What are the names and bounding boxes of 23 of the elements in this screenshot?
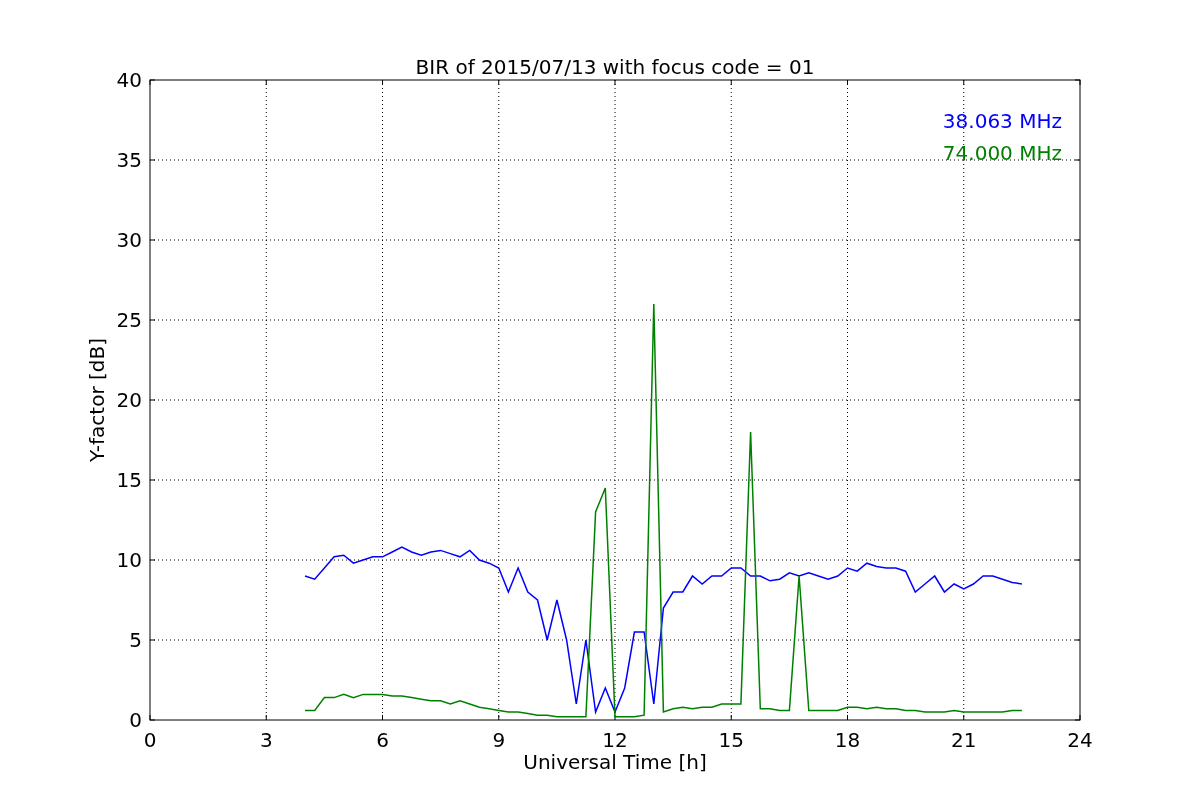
tick-label: 5 — [129, 628, 142, 652]
y-axis-label: Y-factor [dB] — [85, 338, 109, 462]
legend-label: 74.000 MHz — [942, 141, 1062, 165]
tick-label: 40 — [116, 68, 142, 92]
tick-label: 15 — [718, 728, 744, 752]
tick-label: 20 — [116, 388, 142, 412]
tick-label: 18 — [834, 728, 861, 752]
tick-label: 10 — [116, 548, 142, 572]
tick-label: 9 — [492, 728, 506, 752]
tick-label: 15 — [116, 468, 142, 492]
tick-label: 6 — [376, 728, 389, 752]
tick-label: 3 — [259, 728, 273, 752]
tick-label: 21 — [951, 728, 977, 752]
chart-title: BIR of 2015/07/13 with focus code = 01 — [415, 55, 815, 79]
tick-label: 24 — [1067, 728, 1093, 752]
tick-label: 35 — [116, 148, 142, 172]
tick-label: 30 — [116, 228, 142, 252]
legend-label: 38.063 MHz — [942, 109, 1062, 133]
tick-label: 25 — [116, 308, 142, 332]
x-axis-label: Universal Time [h] — [523, 750, 707, 774]
tick-label: 0 — [143, 728, 157, 752]
tick-label: 12 — [602, 728, 628, 752]
tick-label: 0 — [129, 708, 142, 732]
